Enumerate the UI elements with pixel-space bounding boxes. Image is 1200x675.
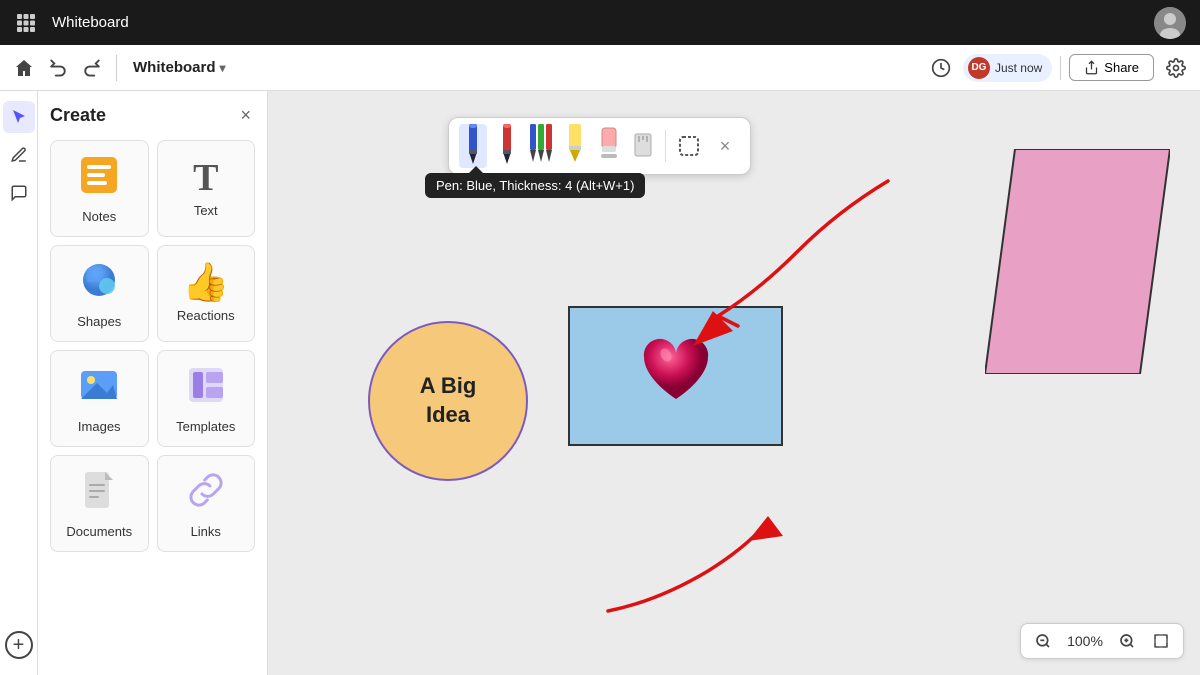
create-panel-header: Create × xyxy=(50,103,255,128)
pen-toolbar-divider xyxy=(665,130,666,162)
left-tool-panel: + xyxy=(0,91,38,675)
pen-toolbar-close-button[interactable]: × xyxy=(710,131,740,161)
pen-toolbar: × xyxy=(448,117,751,175)
share-label: Share xyxy=(1104,60,1139,75)
undo-button[interactable] xyxy=(44,54,72,82)
text-icon: T xyxy=(193,159,218,197)
board-title-text: Whiteboard xyxy=(133,59,216,76)
pen-blue-tool[interactable] xyxy=(459,124,487,168)
ruler-tool[interactable] xyxy=(629,124,657,168)
create-panel-close-button[interactable]: × xyxy=(236,103,255,128)
shapes-icon xyxy=(77,258,121,308)
separator xyxy=(1060,56,1061,80)
big-idea-text: A BigIdea xyxy=(420,372,477,429)
share-button[interactable]: Share xyxy=(1069,54,1154,81)
divider xyxy=(116,55,117,81)
notes-icon xyxy=(77,153,121,203)
highlighter-tool[interactable] xyxy=(561,124,589,168)
create-panel-title: Create xyxy=(50,105,106,126)
second-bar-right-group: DG Just now Share xyxy=(927,54,1190,82)
links-label: Links xyxy=(191,524,221,539)
top-bar: Whiteboard xyxy=(0,0,1200,45)
reactions-icon: 👍 xyxy=(182,264,229,302)
create-grid: Notes T Text Shap xyxy=(50,140,255,552)
cursor-tool-button[interactable] xyxy=(3,101,35,133)
zoom-level-text: 100% xyxy=(1065,633,1105,649)
create-item-shapes[interactable]: Shapes xyxy=(50,245,149,342)
templates-icon xyxy=(184,363,228,413)
text-label: Text xyxy=(194,203,218,218)
canvas-area[interactable]: × Pen: Blue, Thickness: 4 (Alt+W+1) A Bi… xyxy=(268,91,1200,675)
create-item-images[interactable]: Images xyxy=(50,350,149,447)
redo-button[interactable] xyxy=(78,54,106,82)
fit-to-screen-button[interactable] xyxy=(1149,629,1173,653)
app-grid-button[interactable] xyxy=(12,9,40,37)
pen-tooltip-text: Pen: Blue, Thickness: 4 (Alt+W+1) xyxy=(436,178,634,193)
create-item-reactions[interactable]: 👍 Reactions xyxy=(157,245,256,342)
add-button[interactable]: + xyxy=(5,631,33,659)
pen-multi-tool[interactable] xyxy=(527,124,555,168)
clock-button[interactable] xyxy=(927,54,955,82)
heart-rectangle xyxy=(568,306,783,446)
zoom-controls: 100% xyxy=(1020,623,1184,659)
templates-label: Templates xyxy=(176,419,235,434)
home-button[interactable] xyxy=(10,54,38,82)
user-avatar xyxy=(1154,7,1186,39)
create-item-text[interactable]: T Text xyxy=(157,140,256,237)
app-title: Whiteboard xyxy=(52,14,129,31)
zoom-out-button[interactable] xyxy=(1031,629,1055,653)
pen-tool-button[interactable] xyxy=(3,139,35,171)
create-panel: Create × Notes T Text xyxy=(38,91,268,675)
documents-icon xyxy=(77,468,121,518)
heart-emoji xyxy=(636,331,716,422)
big-idea-circle: A BigIdea xyxy=(368,321,528,481)
settings-button[interactable] xyxy=(1162,54,1190,82)
pink-parallelogram xyxy=(985,149,1170,374)
create-item-links[interactable]: Links xyxy=(157,455,256,552)
chevron-down-icon: ▾ xyxy=(220,61,226,75)
create-item-notes[interactable]: Notes xyxy=(50,140,149,237)
links-icon xyxy=(184,468,228,518)
zoom-in-button[interactable] xyxy=(1115,629,1139,653)
create-item-templates[interactable]: Templates xyxy=(157,350,256,447)
pen-red-tool[interactable] xyxy=(493,124,521,168)
shapes-label: Shapes xyxy=(77,314,121,329)
comment-tool-button[interactable] xyxy=(3,177,35,209)
whiteboard-content: × Pen: Blue, Thickness: 4 (Alt+W+1) A Bi… xyxy=(268,91,1200,675)
images-icon xyxy=(77,363,121,413)
dotted-rect-button[interactable] xyxy=(674,131,704,161)
eraser-tool[interactable] xyxy=(595,124,623,168)
images-label: Images xyxy=(78,419,121,434)
user-avatar-small: DG xyxy=(968,57,990,79)
user-status: Just now xyxy=(995,61,1042,75)
navigation-bar: Whiteboard ▾ DG Just now Share xyxy=(0,45,1200,91)
pen-tooltip: Pen: Blue, Thickness: 4 (Alt+W+1) xyxy=(425,173,645,198)
notes-label: Notes xyxy=(82,209,116,224)
documents-label: Documents xyxy=(66,524,132,539)
reactions-label: Reactions xyxy=(177,308,235,323)
create-item-documents[interactable]: Documents xyxy=(50,455,149,552)
user-presence-badge: DG Just now xyxy=(963,54,1052,82)
board-title-button[interactable]: Whiteboard ▾ xyxy=(127,55,232,80)
